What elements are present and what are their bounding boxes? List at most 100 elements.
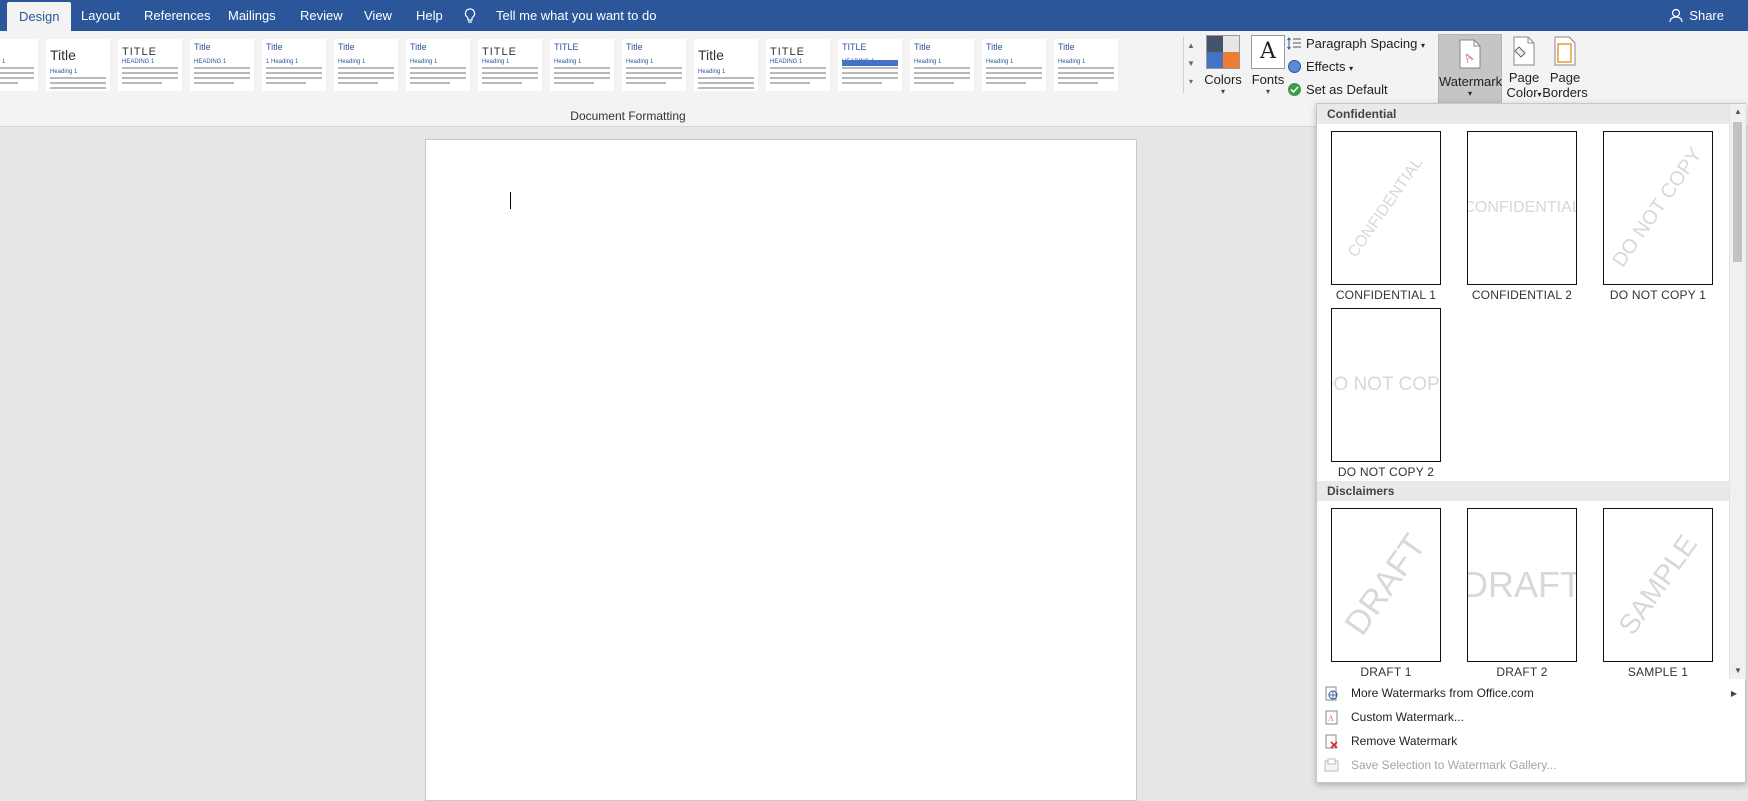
- style-set-thumbnail[interactable]: TITLE Heading 1: [550, 39, 614, 91]
- style-body-line: [194, 67, 250, 69]
- gallery-down-icon[interactable]: ▼: [1184, 55, 1198, 73]
- tab-references[interactable]: References: [144, 0, 210, 31]
- custom-watermark-menu-item[interactable]: A Custom Watermark...: [1317, 706, 1729, 729]
- colors-swatch-icon: [1206, 35, 1240, 69]
- tell-me-box[interactable]: Tell me what you want to do: [462, 0, 656, 31]
- gallery-more-icon[interactable]: ▾: [1184, 73, 1198, 91]
- set-as-default-button[interactable]: Set as Default: [1287, 82, 1388, 97]
- watermark-option[interactable]: DO NOT COPY DO NOT COPY 1: [1603, 131, 1713, 302]
- style-title-text: Title: [626, 42, 643, 52]
- style-set-thumbnail[interactable]: TitleHeading 1: [0, 39, 38, 91]
- checkmark-icon: [1288, 83, 1301, 96]
- page-borders-button[interactable]: Page Borders: [1540, 35, 1590, 100]
- style-title-text: TITLE: [770, 46, 805, 58]
- tab-help[interactable]: Help: [416, 0, 443, 31]
- style-set-thumbnail[interactable]: TITLE Heading 1: [478, 39, 542, 91]
- style-set-thumbnail[interactable]: TitleHeading 1: [334, 39, 398, 91]
- style-set-thumbnail[interactable]: TitleHeading 1: [46, 39, 110, 91]
- menu-item-label: Remove Watermark: [1351, 734, 1458, 748]
- chevron-down-icon: ▾: [1265, 87, 1270, 96]
- document-page[interactable]: [425, 139, 1137, 801]
- style-set-thumbnail[interactable]: TitleHeading 1: [982, 39, 1046, 91]
- tab-layout[interactable]: Layout: [81, 0, 120, 31]
- page-color-icon: [1513, 36, 1535, 66]
- style-body-line: [770, 67, 826, 69]
- chevron-down-icon: ▾: [1467, 89, 1472, 98]
- style-title-text: Title: [194, 42, 211, 52]
- style-title-text: Title: [986, 42, 1003, 52]
- style-body-line: [554, 72, 610, 74]
- style-set-thumbnail[interactable]: TITLEHEADING 1: [118, 39, 182, 91]
- remove-watermark-menu-item[interactable]: Remove Watermark: [1317, 730, 1729, 753]
- style-body-line: [626, 67, 682, 69]
- watermark-preview-text: CONFIDENTIAL: [1467, 199, 1577, 216]
- style-body-line: [410, 77, 466, 79]
- style-set-thumbnail[interactable]: Title HEADING 1: [190, 39, 254, 91]
- share-button[interactable]: Share: [1669, 0, 1724, 31]
- style-heading-text: Heading 1: [482, 59, 510, 65]
- custom-watermark-icon: A: [1325, 710, 1338, 725]
- share-label: Share: [1689, 8, 1724, 23]
- style-body-line: [626, 72, 682, 74]
- scroll-thumb[interactable]: [1733, 122, 1742, 262]
- style-heading-bar: [842, 60, 898, 66]
- tab-review[interactable]: Review: [300, 0, 343, 31]
- style-title-text: Title: [1058, 42, 1075, 52]
- style-heading-text: HEADING 1: [194, 59, 227, 65]
- watermark-option[interactable]: CONFIDENTIAL CONFIDENTIAL 1: [1331, 131, 1441, 302]
- style-body-line: [338, 82, 378, 84]
- tab-design[interactable]: Design: [7, 2, 72, 31]
- watermark-section-title: Confidential: [1327, 107, 1397, 121]
- tab-mailings[interactable]: Mailings: [228, 0, 276, 31]
- tab-view[interactable]: View: [364, 0, 392, 31]
- style-body-line: [554, 77, 610, 79]
- colors-button[interactable]: Colors ▾: [1203, 35, 1243, 96]
- style-body-line: [266, 77, 322, 79]
- watermark-option[interactable]: DO NOT COPY DO NOT COPY 2: [1331, 308, 1441, 479]
- menu-item-label: Custom Watermark...: [1351, 710, 1464, 724]
- style-set-thumbnail[interactable]: TitleHeading 1: [694, 39, 758, 91]
- watermark-option[interactable]: DRAFT DRAFT 1: [1331, 508, 1441, 679]
- watermark-gallery-scrollbar[interactable]: ▲ ▼: [1729, 104, 1746, 679]
- fonts-icon: A: [1251, 35, 1285, 69]
- scroll-down-icon[interactable]: ▼: [1733, 666, 1743, 676]
- set-as-default-label: Set as Default: [1306, 82, 1388, 97]
- style-set-thumbnail[interactable]: TITLEHEADING 1: [766, 39, 830, 91]
- style-heading-text: Heading 1: [698, 69, 726, 75]
- style-title-text: Title: [914, 42, 931, 52]
- more-watermarks-menu-item[interactable]: More Watermarks from Office.com ▶: [1317, 682, 1737, 705]
- watermark-button[interactable]: A Watermark ▾: [1438, 34, 1502, 105]
- ribbon-tab-bar: Design Layout References Mailings Review…: [0, 0, 1748, 31]
- style-body-line: [914, 67, 970, 69]
- menu-item-label: More Watermarks from Office.com: [1351, 686, 1534, 700]
- scroll-up-icon[interactable]: ▲: [1733, 107, 1743, 117]
- fonts-label: Fonts: [1251, 72, 1285, 87]
- watermark-option-label: SAMPLE 1: [1627, 665, 1689, 679]
- style-body-line: [266, 82, 306, 84]
- fonts-button[interactable]: A Fonts ▾: [1248, 35, 1288, 96]
- gallery-up-icon[interactable]: ▲: [1184, 37, 1198, 55]
- watermark-option[interactable]: SAMPLE SAMPLE 1: [1603, 508, 1713, 679]
- watermark-preview: SAMPLE: [1603, 508, 1713, 662]
- style-body-line: [842, 72, 898, 74]
- style-body-line: [266, 72, 322, 74]
- style-set-thumbnail[interactable]: TitleHeading 1: [406, 39, 470, 91]
- style-set-thumbnail[interactable]: TitleHeading 1: [1054, 39, 1118, 91]
- watermark-section-header: Confidential: [1317, 104, 1729, 124]
- style-set-thumbnail[interactable]: Title Heading 1: [622, 39, 686, 91]
- watermark-option[interactable]: DRAFT DRAFT 2: [1467, 508, 1577, 679]
- gallery-scroll[interactable]: ▲ ▼ ▾: [1183, 37, 1198, 93]
- style-set-thumbnail[interactable]: Title 1 Heading 1: [262, 39, 326, 91]
- menu-item-label: Save Selection to Watermark Gallery...: [1351, 758, 1557, 772]
- paragraph-spacing-button[interactable]: Paragraph Spacing ▾: [1287, 36, 1425, 51]
- text-cursor: [510, 192, 511, 209]
- effects-button[interactable]: Effects ▾: [1287, 59, 1353, 74]
- style-set-thumbnail[interactable]: TitleHeading 1: [910, 39, 974, 91]
- style-set-thumbnail[interactable]: TITLEHEADING 1: [838, 39, 902, 91]
- style-heading-text: Heading 1: [626, 59, 654, 65]
- chevron-down-icon: ▾: [1420, 41, 1425, 50]
- style-body-line: [482, 77, 538, 79]
- style-body-line: [338, 67, 394, 69]
- globe-watermark-icon: [1325, 686, 1338, 701]
- watermark-option[interactable]: CONFIDENTIAL CONFIDENTIAL 2: [1467, 131, 1577, 302]
